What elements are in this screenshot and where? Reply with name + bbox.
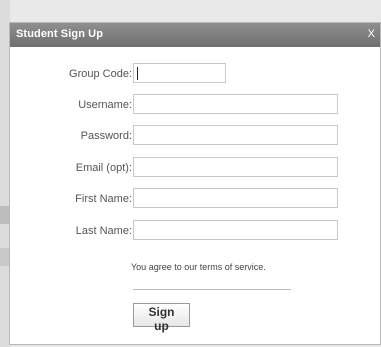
sign-up-button[interactable]: Sign up: [133, 303, 190, 333]
username-label: Username:: [78, 99, 132, 111]
group-code-row: Group Code:: [10, 63, 380, 87]
first-name-input[interactable]: [133, 188, 338, 208]
group-code-label: Group Code:: [69, 68, 132, 80]
close-button[interactable]: X: [368, 28, 375, 40]
email-input[interactable]: [133, 157, 338, 177]
email-label: Email (opt):: [75, 162, 132, 174]
password-label: Password:: [80, 130, 132, 142]
password-input[interactable]: [133, 125, 338, 145]
signup-form: Group Code: Username: Password: Email (o…: [10, 47, 380, 346]
dialog-title: Student Sign Up: [16, 28, 104, 40]
student-signup-dialog: Student Sign Up X Group Code: Username: …: [9, 22, 381, 345]
last-name-input[interactable]: [133, 220, 338, 240]
last-name-row: Last Name:: [10, 220, 380, 244]
first-name-row: First Name:: [10, 188, 380, 212]
username-row: Username:: [10, 94, 380, 118]
first-name-label: First Name:: [75, 193, 132, 205]
username-input[interactable]: [133, 94, 338, 114]
dialog-titlebar: Student Sign Up X: [10, 23, 380, 47]
password-row: Password:: [10, 125, 380, 149]
email-row: Email (opt):: [10, 157, 380, 181]
terms-text: You agree to our terms of service.: [131, 262, 266, 272]
group-code-input[interactable]: [133, 63, 226, 83]
last-name-label: Last Name:: [75, 225, 132, 237]
text-cursor: [137, 67, 138, 80]
divider: [133, 289, 291, 290]
